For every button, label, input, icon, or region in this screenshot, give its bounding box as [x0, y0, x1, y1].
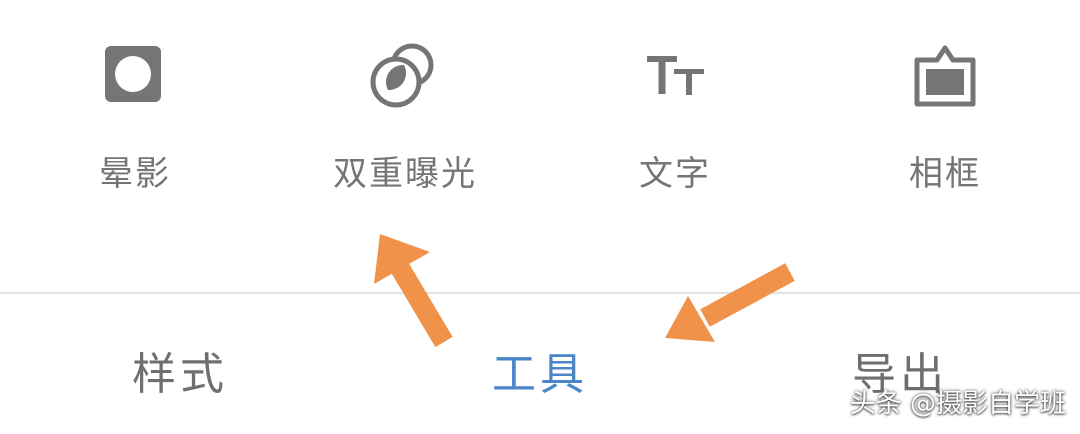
- text-tt-icon: [647, 56, 704, 95]
- tool-frame[interactable]: 相框: [845, 38, 1045, 198]
- tool-double-exposure[interactable]: 双重曝光: [305, 38, 505, 198]
- vignette-icon: [105, 46, 161, 102]
- tool-label: 晕影: [99, 154, 171, 194]
- tool-text[interactable]: 文字: [575, 38, 775, 198]
- tool-label: 文字: [639, 154, 711, 194]
- tab-tools[interactable]: 工具: [430, 338, 650, 400]
- double-exposure-icon: [370, 43, 434, 108]
- tool-vignette[interactable]: 晕影: [35, 38, 235, 198]
- tool-label: 相框: [909, 154, 981, 194]
- tab-styles[interactable]: 样式: [70, 338, 290, 400]
- tools-panel: 晕影 双重曝光 文字 相框: [0, 0, 1080, 290]
- watermark-text: 头条 @摄影自学班: [849, 389, 1066, 419]
- tool-label: 双重曝光: [333, 154, 477, 194]
- frame-icon: [914, 45, 976, 107]
- app-screen: 晕影 双重曝光 文字 相框 样式 工具 导出 头条 @摄影自学班: [0, 0, 1080, 434]
